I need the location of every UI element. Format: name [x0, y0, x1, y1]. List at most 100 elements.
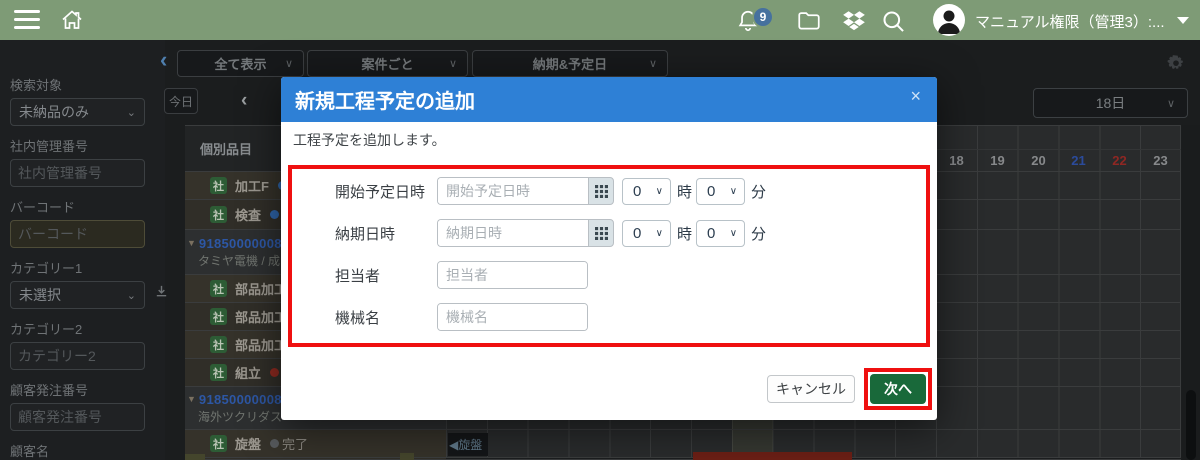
user-avatar[interactable]: [933, 4, 965, 36]
order-customer-sub: タミヤ電機 / 成: [185, 252, 280, 269]
customer-name-label: 顧客名: [10, 441, 165, 460]
chevron-down-icon: ∨: [656, 186, 663, 197]
home-icon[interactable]: [60, 8, 84, 32]
chevron-down-icon: ∨: [730, 186, 737, 197]
category2-label: カテゴリー2: [10, 319, 165, 338]
internal-control-number-input[interactable]: [11, 160, 144, 186]
filter-due-date[interactable]: 納期&予定日 ∨: [472, 50, 668, 77]
machine-name-label: 機械名: [335, 307, 437, 328]
day-header-sunday: 22: [1099, 153, 1140, 168]
order-number-link[interactable]: 918500000086: [199, 236, 289, 251]
company-badge: 社: [210, 177, 227, 194]
chevron-down-icon: ⌄: [127, 106, 136, 119]
cancel-button[interactable]: キャンセル: [767, 375, 855, 403]
status-text: 完了: [282, 434, 308, 453]
download-filter-icon[interactable]: [154, 284, 169, 299]
chevron-down-icon: ∨: [730, 228, 737, 239]
minute-value: 0: [707, 183, 715, 200]
status-dot-red: [270, 368, 279, 377]
form-row-start-datetime: 開始予定日時 0∨ 時 0∨ 分: [335, 177, 766, 205]
due-datetime-input[interactable]: [438, 220, 588, 246]
start-datetime-label: 開始予定日時: [335, 181, 437, 202]
collapse-sidebar-chevron-icon[interactable]: ‹: [160, 50, 167, 70]
chevron-down-icon: ∨: [285, 57, 293, 70]
day-header: 18: [936, 153, 977, 168]
day-header-saturday: 21: [1058, 153, 1099, 168]
category2-input[interactable]: [11, 343, 144, 369]
previous-period-chevron-icon[interactable]: ‹: [241, 90, 247, 112]
minute-unit-label: 分: [751, 181, 766, 202]
gantt-bar-red[interactable]: [693, 452, 852, 460]
calendar-picker-icon[interactable]: [588, 219, 614, 247]
folder-icon[interactable]: [795, 8, 823, 34]
next-button[interactable]: 次へ: [870, 374, 926, 404]
due-hour-select[interactable]: 0∨: [622, 220, 671, 247]
calendar-picker-icon[interactable]: [588, 177, 614, 205]
hour-unit-label: 時: [677, 223, 692, 244]
filter-label: 案件ごと: [361, 54, 413, 73]
user-menu-caret-icon[interactable]: [1177, 17, 1189, 24]
company-badge: 社: [210, 336, 227, 353]
barcode-input[interactable]: [11, 221, 144, 247]
chevron-down-icon: ∨: [649, 57, 657, 70]
company-badge: 社: [210, 308, 227, 325]
search-filter-sidebar: 検索対象 未納品のみ ⌄ 社内管理番号 バーコード カテゴリー1 未選択 ⌄ カ…: [0, 40, 165, 460]
due-minute-select[interactable]: 0∨: [696, 220, 745, 247]
hour-unit-label: 時: [677, 181, 692, 202]
collapse-triangle-icon[interactable]: ▼: [187, 238, 196, 248]
form-row-machine-name: 機械名: [335, 303, 588, 331]
start-minute-select[interactable]: 0∨: [696, 178, 745, 205]
category1-value: 未選択: [19, 285, 61, 305]
day-header: 20: [1018, 153, 1059, 168]
day-header: 23: [1140, 153, 1181, 168]
form-row-due-datetime: 納期日時 0∨ 時 0∨ 分: [335, 219, 766, 247]
settings-gear-icon[interactable]: [1166, 54, 1186, 74]
gantt-bar-olive: [185, 454, 205, 460]
hour-value: 0: [633, 183, 641, 200]
internal-control-number-label: 社内管理番号: [10, 136, 165, 155]
search-target-value: 未納品のみ: [19, 102, 89, 122]
vertical-scrollbar-thumb[interactable]: [1186, 390, 1196, 460]
filter-display-all[interactable]: 全て表示∨: [177, 50, 304, 77]
process-name: 組立: [235, 363, 261, 382]
chevron-down-icon: ∨: [1167, 97, 1175, 110]
chevron-down-icon: ∨: [449, 57, 457, 70]
start-datetime-input[interactable]: [438, 178, 588, 204]
search-target-label: 検索対象: [10, 75, 165, 94]
order-number-link[interactable]: 918500000086: [199, 392, 289, 407]
process-name: 旋盤: [235, 434, 261, 453]
machine-name-input[interactable]: [438, 304, 587, 330]
collapse-triangle-icon[interactable]: ▼: [187, 394, 196, 404]
view-range-select[interactable]: 18日∨: [1033, 88, 1188, 118]
notification-count-badge: 9: [752, 6, 774, 28]
due-datetime-label: 納期日時: [335, 223, 437, 244]
order-customer-sub: 海外ツクリダス: [185, 408, 282, 425]
gantt-bar-lathe[interactable]: ◀旋盤: [448, 433, 488, 456]
company-badge: 社: [210, 364, 227, 381]
today-label: 今日: [169, 93, 193, 110]
search-target-select[interactable]: 未納品のみ ⌄: [10, 98, 145, 126]
modal-description: 工程予定を追加します。: [293, 130, 446, 150]
vertical-scrollbar-track[interactable]: [1182, 125, 1200, 460]
category1-select[interactable]: 未選択 ⌄: [10, 281, 145, 309]
search-icon[interactable]: [880, 8, 907, 35]
person-in-charge-input[interactable]: [438, 262, 587, 288]
chevron-down-icon: ∨: [656, 228, 663, 239]
form-row-person-in-charge: 担当者: [335, 261, 588, 289]
gantt-bar-olive: [400, 453, 414, 460]
dropbox-icon[interactable]: [840, 8, 868, 34]
hamburger-menu-icon[interactable]: [14, 10, 40, 30]
table-row[interactable]: 社旋盤 完了: [185, 430, 1181, 458]
user-account-label[interactable]: マニュアル権限（管理3）:...: [975, 11, 1165, 32]
customer-order-number-input[interactable]: [11, 404, 144, 430]
process-name: 加工F: [235, 176, 269, 195]
filter-label: 納期&予定日: [533, 54, 607, 73]
next-button-highlight: 次へ: [864, 368, 932, 410]
today-button[interactable]: 今日: [164, 88, 198, 114]
process-name: 検査: [235, 205, 261, 224]
start-hour-select[interactable]: 0∨: [622, 178, 671, 205]
modal-close-icon[interactable]: ×: [910, 87, 921, 105]
filter-by-project[interactable]: 案件ごと ∨: [307, 50, 468, 77]
modal-title: 新規工程予定の追加: [295, 85, 475, 114]
company-badge: 社: [210, 435, 227, 452]
